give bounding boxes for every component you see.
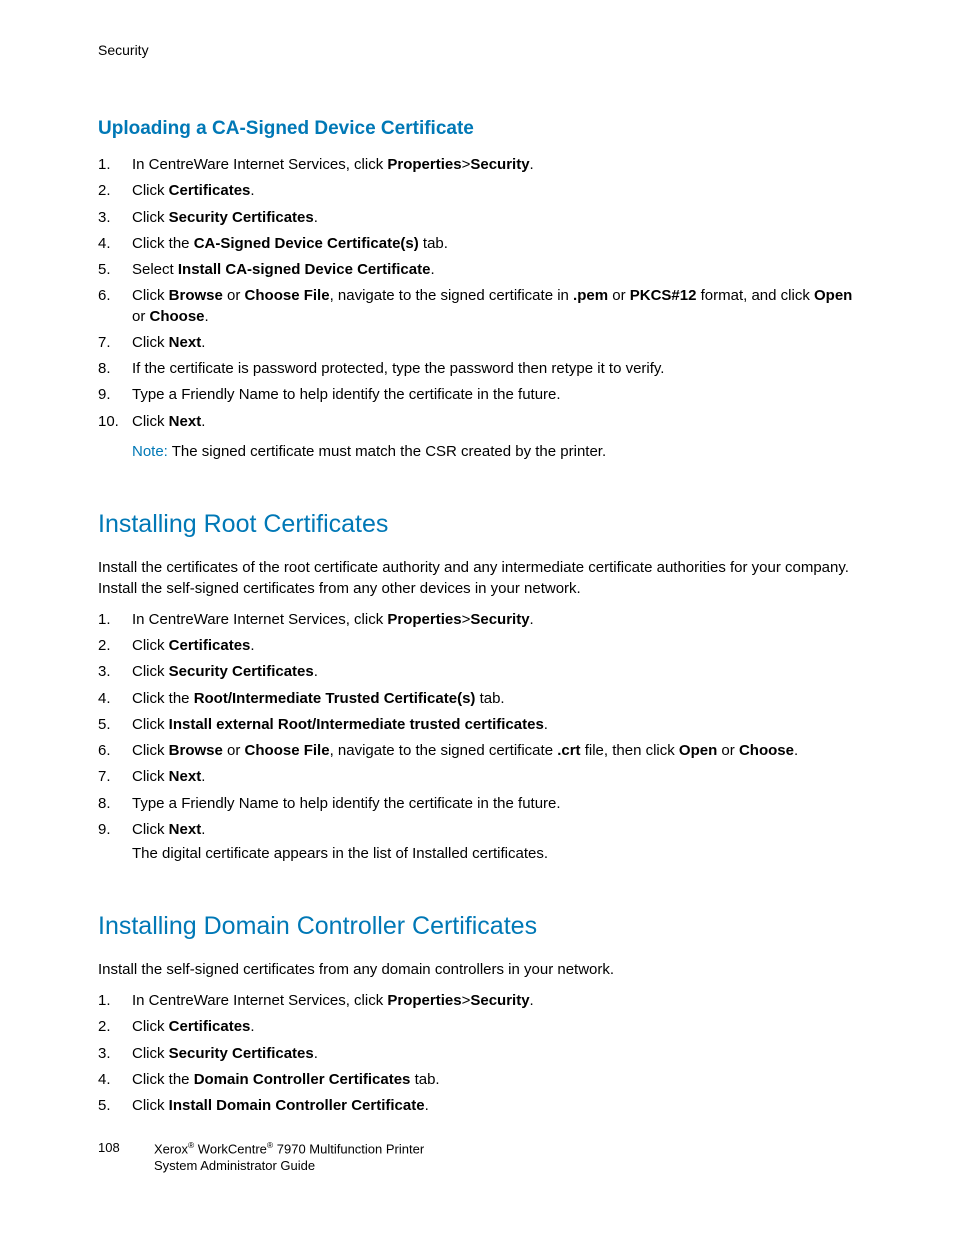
list-item: 8.Type a Friendly Name to help identify …	[98, 791, 856, 817]
list-item: 2.Click Certificates.	[98, 633, 856, 659]
steps-uploading-ca-signed: 1.In CentreWare Internet Services, click…	[98, 152, 856, 435]
step-text: Click Browse or Choose File, navigate to…	[132, 741, 856, 761]
step-number: 9.	[98, 385, 132, 405]
step-text: Click Security Certificates.	[132, 208, 856, 228]
step-text: Click the CA-Signed Device Certificate(s…	[132, 234, 856, 254]
step-number: 5.	[98, 260, 132, 280]
step-number: 3.	[98, 1044, 132, 1064]
page-footer: 108 Xerox® WorkCentre® 7970 Multifunctio…	[98, 1140, 424, 1175]
list-item: 1.In CentreWare Internet Services, click…	[98, 152, 856, 178]
step-text: Click Security Certificates.	[132, 1044, 856, 1064]
list-item: 6.Click Browse or Choose File, navigate …	[98, 738, 856, 764]
list-item: 5.Select Install CA-signed Device Certif…	[98, 257, 856, 283]
list-item: 5.Click Install external Root/Intermedia…	[98, 712, 856, 738]
list-item: 3.Click Security Certificates.	[98, 205, 856, 231]
step-number: 2.	[98, 1017, 132, 1037]
heading-installing-root: Installing Root Certificates	[98, 510, 856, 539]
step-text: Click Install external Root/Intermediate…	[132, 715, 856, 735]
step-text: In CentreWare Internet Services, click P…	[132, 155, 856, 175]
step-text: Click Certificates.	[132, 636, 856, 656]
page-number: 108	[98, 1140, 154, 1155]
note-label: Note:	[132, 443, 168, 460]
heading-installing-domain: Installing Domain Controller Certificate…	[98, 912, 856, 941]
list-item: 9.Type a Friendly Name to help identify …	[98, 382, 856, 408]
note-uploading-ca-signed: Note: The signed certificate must match …	[132, 443, 856, 460]
step-number: 7.	[98, 767, 132, 787]
steps-installing-root: 1.In CentreWare Internet Services, click…	[98, 607, 856, 843]
list-item: 9.Click Next.	[98, 817, 856, 843]
step-number: 8.	[98, 794, 132, 814]
steps-installing-domain: 1.In CentreWare Internet Services, click…	[98, 988, 856, 1119]
step-number: 5.	[98, 715, 132, 735]
step-number: 2.	[98, 636, 132, 656]
step-text: Click Browse or Choose File, navigate to…	[132, 286, 856, 327]
note-text: The signed certificate must match the CS…	[168, 443, 606, 460]
list-item: 5.Click Install Domain Controller Certif…	[98, 1093, 856, 1119]
step-text: Click the Root/Intermediate Trusted Cert…	[132, 689, 856, 709]
list-item: 4.Click the Root/Intermediate Trusted Ce…	[98, 686, 856, 712]
step-number: 7.	[98, 333, 132, 353]
list-item: 3.Click Security Certificates.	[98, 1041, 856, 1067]
step-text: Click Certificates.	[132, 181, 856, 201]
step-number: 5.	[98, 1096, 132, 1116]
step-number: 1.	[98, 610, 132, 630]
footer-line-2: System Administrator Guide	[154, 1157, 424, 1175]
list-item: 1.In CentreWare Internet Services, click…	[98, 607, 856, 633]
step-number: 1.	[98, 155, 132, 175]
list-item: 7.Click Next.	[98, 764, 856, 790]
after-installing-root: The digital certificate appears in the l…	[132, 843, 856, 862]
step-number: 2.	[98, 181, 132, 201]
list-item: 7.Click Next.	[98, 330, 856, 356]
intro-installing-domain: Install the self-signed certificates fro…	[98, 959, 856, 980]
step-number: 6.	[98, 286, 132, 306]
page-header: Security	[98, 42, 856, 58]
step-text: In CentreWare Internet Services, click P…	[132, 610, 856, 630]
list-item: 1.In CentreWare Internet Services, click…	[98, 988, 856, 1014]
list-item: 4.Click the Domain Controller Certificat…	[98, 1067, 856, 1093]
list-item: 3.Click Security Certificates.	[98, 659, 856, 685]
list-item: 8.If the certificate is password protect…	[98, 356, 856, 382]
document-page: Security Uploading a CA-Signed Device Ce…	[0, 0, 954, 1235]
step-number: 10.	[98, 412, 132, 432]
step-number: 1.	[98, 991, 132, 1011]
step-number: 3.	[98, 662, 132, 682]
step-number: 4.	[98, 1070, 132, 1090]
step-number: 9.	[98, 820, 132, 840]
step-text: Click Security Certificates.	[132, 662, 856, 682]
step-text: Type a Friendly Name to help identify th…	[132, 385, 856, 405]
step-number: 3.	[98, 208, 132, 228]
step-number: 8.	[98, 359, 132, 379]
intro-installing-root: Install the certificates of the root cer…	[98, 557, 856, 599]
step-text: Select Install CA-signed Device Certific…	[132, 260, 856, 280]
step-text: Click Next.	[132, 412, 856, 432]
list-item: 2.Click Certificates.	[98, 1014, 856, 1040]
list-item: 2.Click Certificates.	[98, 178, 856, 204]
step-text: Click Certificates.	[132, 1017, 856, 1037]
list-item: 10.Click Next.	[98, 409, 856, 435]
step-text: Click Install Domain Controller Certific…	[132, 1096, 856, 1116]
step-number: 6.	[98, 741, 132, 761]
step-text: Click the Domain Controller Certificates…	[132, 1070, 856, 1090]
footer-line-1: Xerox® WorkCentre® 7970 Multifunction Pr…	[154, 1140, 424, 1158]
step-text: Click Next.	[132, 820, 856, 840]
step-text: In CentreWare Internet Services, click P…	[132, 991, 856, 1011]
step-text: Click Next.	[132, 333, 856, 353]
list-item: 6.Click Browse or Choose File, navigate …	[98, 283, 856, 330]
step-number: 4.	[98, 234, 132, 254]
step-text: If the certificate is password protected…	[132, 359, 856, 379]
step-number: 4.	[98, 689, 132, 709]
step-text: Type a Friendly Name to help identify th…	[132, 794, 856, 814]
step-text: Click Next.	[132, 767, 856, 787]
heading-uploading-ca-signed: Uploading a CA-Signed Device Certificate	[98, 118, 856, 140]
list-item: 4.Click the CA-Signed Device Certificate…	[98, 231, 856, 257]
